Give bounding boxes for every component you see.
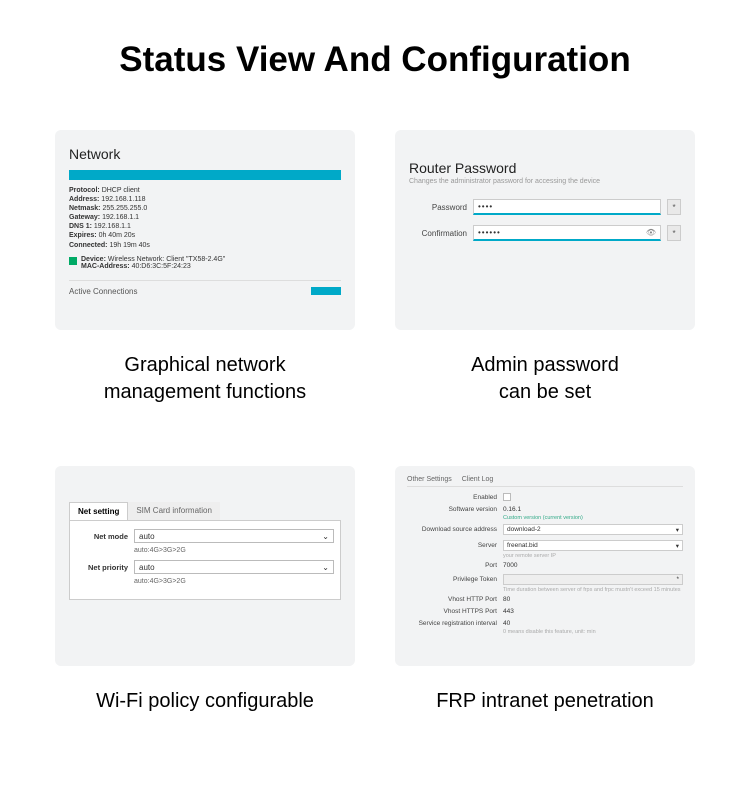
card-caption: Graphical networkmanagement functions bbox=[104, 352, 306, 406]
page-title: Status View And Configuration bbox=[50, 40, 700, 80]
token-input[interactable]: * bbox=[503, 574, 683, 585]
password-input[interactable]: •••• bbox=[473, 199, 661, 215]
wifi-body: Net mode auto ⌄ auto:4G>3G>2G Net priori… bbox=[69, 520, 341, 600]
chevron-down-icon: ⌄ bbox=[322, 532, 329, 541]
eye-icon[interactable]: 👁 bbox=[646, 228, 656, 237]
network-device: Device: Wireless Network: Client "TX58-2… bbox=[69, 256, 341, 270]
card-caption: Wi-Fi policy configurable bbox=[96, 688, 314, 715]
enabled-checkbox[interactable] bbox=[503, 493, 511, 501]
card-caption: FRP intranet penetration bbox=[436, 688, 654, 715]
device-icon bbox=[69, 257, 77, 265]
chevron-down-icon: ⌄ bbox=[322, 563, 329, 572]
confirm-input[interactable]: •••••• 👁 bbox=[473, 225, 661, 241]
dl-select[interactable]: download-2▾ bbox=[503, 524, 683, 535]
card-caption: Admin passwordcan be set bbox=[471, 352, 619, 406]
reveal-icon: * bbox=[676, 576, 679, 583]
card-network: Network Protocol: DHCP client Address: 1… bbox=[50, 130, 360, 406]
chevron-down-icon: ▾ bbox=[676, 542, 679, 550]
reveal-button[interactable]: * bbox=[667, 199, 681, 215]
card-wifi: Net setting SIM Card information Net mod… bbox=[50, 466, 360, 715]
tab-net-setting[interactable]: Net setting bbox=[69, 502, 128, 520]
reveal-button[interactable]: * bbox=[667, 225, 681, 241]
card-frp: Other Settings Client Log Enabled Softwa… bbox=[390, 466, 700, 715]
net-priority-select[interactable]: auto ⌄ bbox=[134, 560, 334, 574]
active-bar bbox=[311, 287, 341, 295]
server-select[interactable]: freenat.bid▾ bbox=[503, 540, 683, 551]
network-bar bbox=[69, 170, 341, 180]
frp-thumb: Other Settings Client Log Enabled Softwa… bbox=[395, 466, 695, 666]
card-grid: Network Protocol: DHCP client Address: 1… bbox=[50, 130, 700, 715]
password-row: Password •••• * bbox=[409, 199, 681, 215]
wifi-tabs: Net setting SIM Card information bbox=[69, 502, 341, 520]
network-details: Protocol: DHCP client Address: 192.168.1… bbox=[69, 186, 341, 250]
frp-tabs: Other Settings Client Log bbox=[407, 476, 683, 487]
password-heading: Router Password bbox=[409, 160, 681, 176]
active-connections: Active Connections bbox=[69, 280, 341, 296]
chevron-down-icon: ▾ bbox=[676, 526, 679, 534]
wifi-thumb: Net setting SIM Card information Net mod… bbox=[55, 466, 355, 666]
network-thumb: Network Protocol: DHCP client Address: 1… bbox=[55, 130, 355, 330]
confirm-row: Confirmation •••••• 👁 * bbox=[409, 225, 681, 241]
password-thumb: Router Password Changes the administrato… bbox=[395, 130, 695, 330]
tab-other-settings[interactable]: Other Settings bbox=[407, 476, 452, 483]
password-subtitle: Changes the administrator password for a… bbox=[409, 178, 681, 185]
card-password: Router Password Changes the administrato… bbox=[390, 130, 700, 406]
network-heading: Network bbox=[69, 146, 341, 162]
net-mode-select[interactable]: auto ⌄ bbox=[134, 529, 334, 543]
tab-client-log[interactable]: Client Log bbox=[462, 476, 494, 483]
tab-sim-info[interactable]: SIM Card information bbox=[128, 502, 220, 520]
